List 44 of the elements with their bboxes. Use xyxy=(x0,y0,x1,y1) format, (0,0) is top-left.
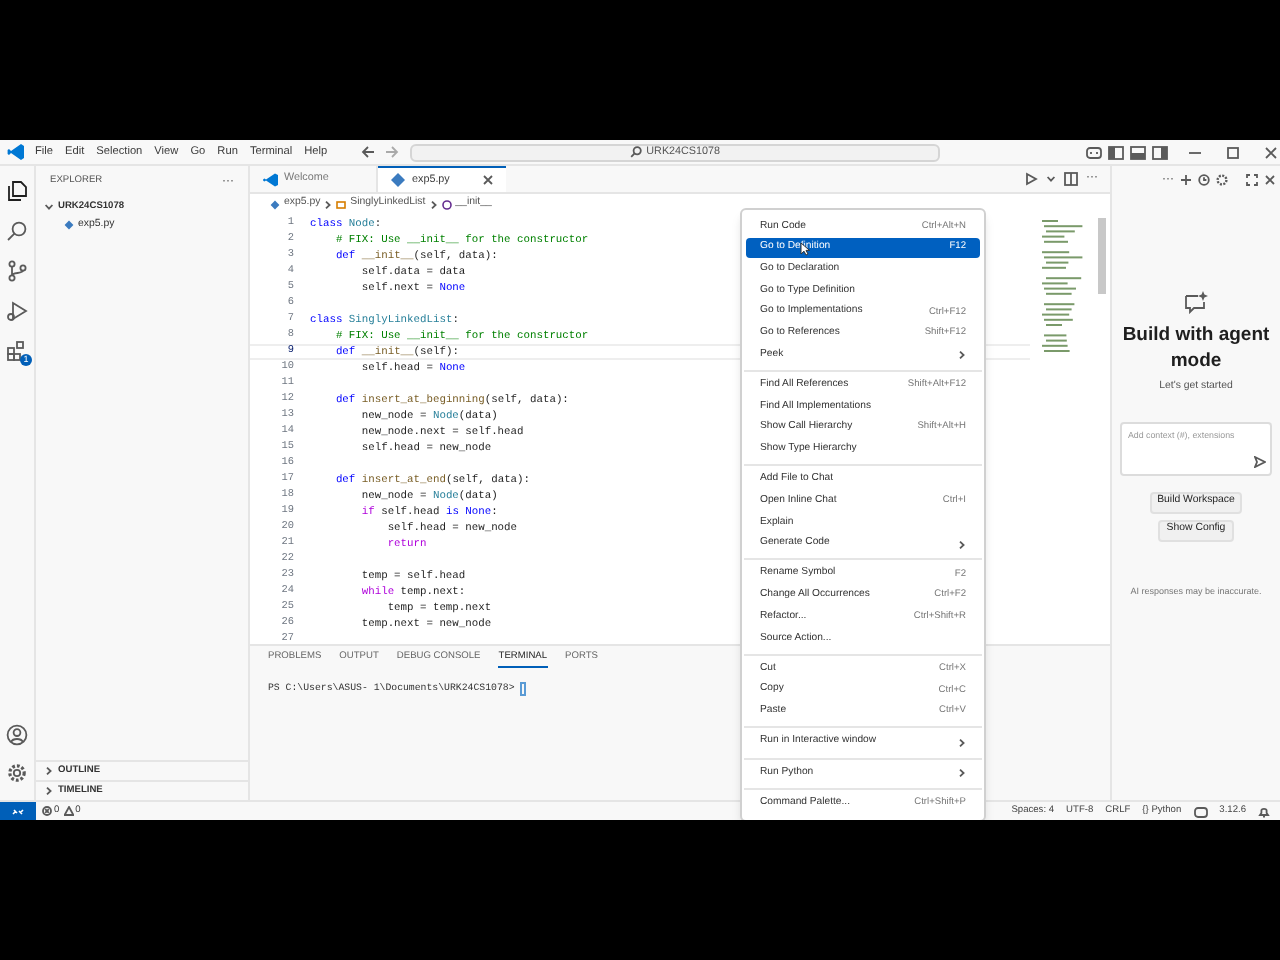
bell-icon[interactable] xyxy=(1258,805,1270,817)
chat-sparkle-icon xyxy=(1184,290,1208,314)
files-icon[interactable] xyxy=(6,180,28,202)
close-icon[interactable] xyxy=(482,174,494,186)
app-logo-icon xyxy=(262,171,278,187)
method-icon xyxy=(441,199,452,209)
caret-icon[interactable] xyxy=(1046,172,1056,186)
remote-icon xyxy=(12,805,24,817)
search-icon xyxy=(630,146,643,158)
secondary-sidebar-toggle-icon[interactable] xyxy=(1152,145,1169,159)
history-icon[interactable] xyxy=(1198,174,1210,186)
maximize-icon[interactable] xyxy=(1246,174,1258,186)
scrollbar[interactable] xyxy=(1098,218,1106,294)
source-control-icon[interactable] xyxy=(6,260,28,282)
class-icon xyxy=(336,199,347,209)
chevron-icon xyxy=(324,199,333,209)
text-cursor xyxy=(520,682,527,697)
close-icon[interactable] xyxy=(1264,145,1279,159)
chevron-icon xyxy=(429,199,438,209)
app-logo-icon xyxy=(6,142,26,162)
settings-icon[interactable] xyxy=(6,762,28,784)
extensions-icon[interactable] xyxy=(6,340,28,362)
maximize-icon[interactable] xyxy=(1226,145,1241,159)
run-debug-icon[interactable] xyxy=(6,300,28,322)
back-arrow-icon[interactable] xyxy=(360,144,377,160)
copilot-icon[interactable] xyxy=(1086,145,1103,159)
send-icon[interactable] xyxy=(1254,455,1266,468)
warning-icon xyxy=(63,806,74,816)
account-icon[interactable] xyxy=(6,724,28,746)
run-icon[interactable] xyxy=(1024,172,1038,186)
close-icon[interactable] xyxy=(1264,174,1276,186)
search-icon[interactable] xyxy=(6,220,28,242)
python-file-icon xyxy=(390,172,406,188)
sidebar-toggle-icon[interactable] xyxy=(1108,145,1125,159)
settings-icon[interactable] xyxy=(1216,174,1228,186)
chat-title: Build with agent mode xyxy=(1120,322,1272,374)
python-file-icon xyxy=(270,199,280,209)
remote-button[interactable] xyxy=(0,801,36,820)
error-icon xyxy=(42,806,52,816)
python-file-icon xyxy=(64,220,74,230)
plus-icon[interactable] xyxy=(1180,174,1192,186)
copilot-icon[interactable] xyxy=(1193,805,1208,817)
split-editor-icon[interactable] xyxy=(1064,172,1078,186)
panel-toggle-icon[interactable] xyxy=(1130,145,1147,159)
